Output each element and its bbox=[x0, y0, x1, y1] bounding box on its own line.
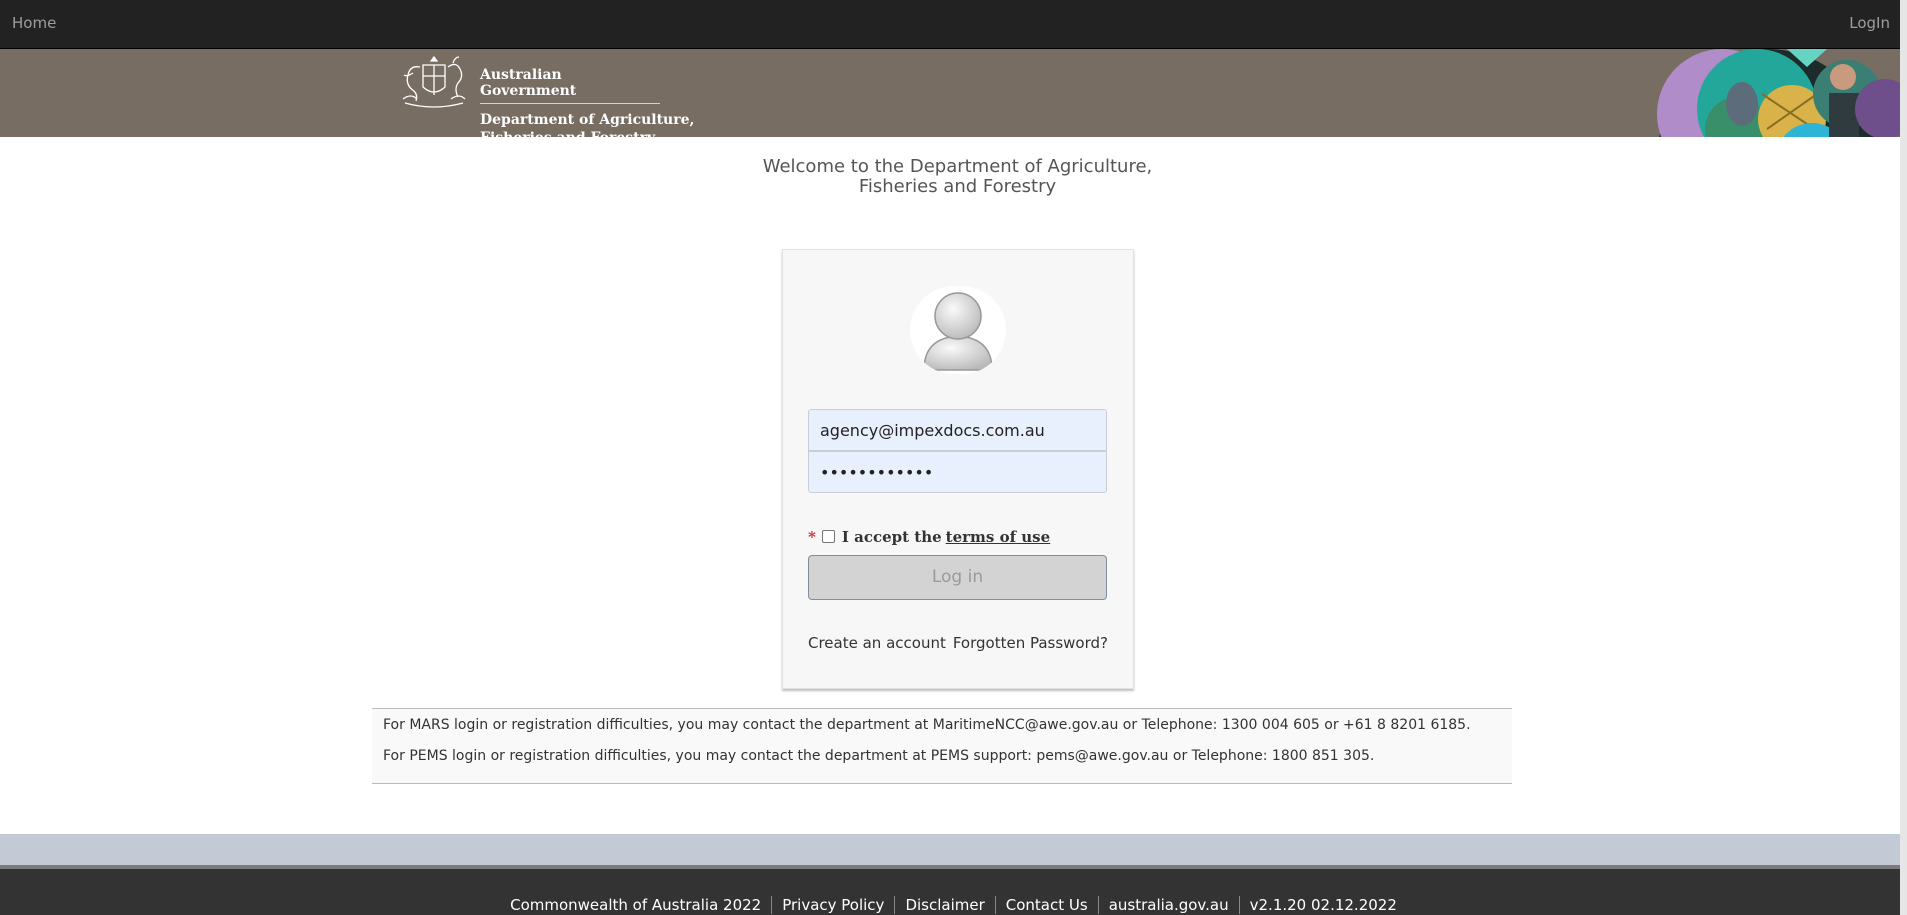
dept-name: Department of Agriculture, Fisheries and… bbox=[480, 111, 694, 137]
coat-of-arms-icon bbox=[402, 55, 466, 108]
password-field[interactable]: •••••••••••• bbox=[808, 451, 1107, 493]
page-scrollbar[interactable] bbox=[1900, 0, 1907, 915]
footer-copyright: Commonwealth of Australia 2022 bbox=[510, 896, 762, 914]
forgot-password-link[interactable]: Forgotten Password? bbox=[953, 634, 1108, 652]
header-banner: Australian Government Department of Agri… bbox=[0, 49, 1907, 137]
create-account-link[interactable]: Create an account bbox=[808, 634, 946, 652]
terms-of-use-link[interactable]: terms of use bbox=[946, 528, 1051, 546]
dept-name-line2: Fisheries and Forestry bbox=[480, 129, 694, 137]
footer-links: Commonwealth of Australia 2022 Privacy Po… bbox=[0, 896, 1907, 914]
email-field[interactable]: agency@impexdocs.com.au bbox=[808, 409, 1107, 451]
login-panel: agency@impexdocs.com.au •••••••••••• * I … bbox=[782, 249, 1134, 689]
gov-title: Australian Government bbox=[480, 67, 660, 104]
user-avatar-icon bbox=[910, 286, 1006, 374]
footer-disclaimer-link[interactable]: Disclaimer bbox=[894, 896, 994, 914]
banner-decorative-image bbox=[1657, 49, 1907, 137]
terms-label: I accept the bbox=[841, 528, 942, 546]
terms-row: * I accept the terms of use bbox=[808, 528, 1050, 546]
nav-home-link[interactable]: Home bbox=[12, 14, 56, 32]
nav-login-link[interactable]: LogIn bbox=[1849, 14, 1890, 32]
required-marker: * bbox=[808, 528, 816, 546]
dept-name-line1: Department of Agriculture, bbox=[480, 112, 695, 128]
welcome-heading: Welcome to the Department of Agriculture… bbox=[700, 157, 1215, 197]
footer-version: v2.1.20 02.12.2022 bbox=[1238, 896, 1407, 914]
footer: Commonwealth of Australia 2022 Privacy Po… bbox=[0, 865, 1900, 915]
welcome-line1: Welcome to the Department of Agriculture… bbox=[762, 156, 1153, 177]
welcome-line2: Fisheries and Forestry bbox=[858, 176, 1057, 197]
footer-australia-gov-link[interactable]: australia.gov.au bbox=[1097, 896, 1239, 914]
top-nav-bar: Home LogIn bbox=[0, 0, 1907, 49]
terms-checkbox[interactable] bbox=[821, 530, 835, 543]
login-button[interactable]: Log in bbox=[808, 555, 1107, 600]
footer-privacy-link[interactable]: Privacy Policy bbox=[771, 896, 894, 914]
mars-contact-text: For MARS login or registration difficult… bbox=[383, 717, 1471, 733]
footer-separator-band bbox=[0, 834, 1900, 865]
contact-info-panel: For MARS login or registration difficult… bbox=[372, 708, 1512, 784]
pems-contact-text: For PEMS login or registration difficult… bbox=[383, 748, 1375, 764]
footer-contact-link[interactable]: Contact Us bbox=[994, 896, 1098, 914]
government-logo-text: Australian Government Department of Agri… bbox=[480, 67, 694, 137]
